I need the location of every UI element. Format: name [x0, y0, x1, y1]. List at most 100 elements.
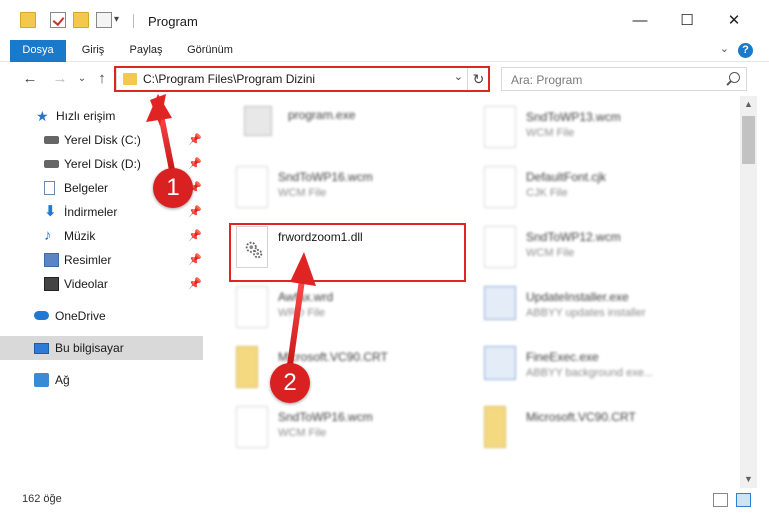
- installer-icon: [484, 286, 516, 320]
- sidebar-item-pictures[interactable]: Resimler 📌: [0, 248, 203, 272]
- file-name: Microsoft.VC90.CRT: [278, 350, 388, 364]
- ribbon-collapse-icon[interactable]: ⌄: [720, 42, 729, 55]
- pin-icon[interactable]: 📌: [188, 277, 202, 290]
- pin-icon[interactable]: 📌: [188, 253, 202, 266]
- folder-icon: [484, 406, 506, 448]
- onedrive-icon: [34, 311, 49, 320]
- file-icon: [236, 166, 268, 208]
- address-highlight-box: [114, 66, 490, 92]
- close-button[interactable]: ✕: [714, 8, 754, 34]
- tab-file[interactable]: Dosya: [10, 40, 66, 62]
- drive-icon: [44, 160, 59, 168]
- sidebar-item-label: OneDrive: [55, 309, 106, 323]
- sidebar-item-quick-access[interactable]: ★ Hızlı erişim: [0, 104, 203, 128]
- details-view-icon[interactable]: [713, 493, 728, 507]
- maximize-button[interactable]: ☐: [667, 8, 707, 34]
- sidebar-item-local-disk-c[interactable]: Yerel Disk (C:) 📌: [0, 128, 203, 152]
- file-type: CJK File: [526, 187, 568, 199]
- help-icon[interactable]: ?: [738, 43, 753, 58]
- music-icon: ♪: [44, 227, 52, 244]
- file-icon: [484, 226, 516, 268]
- title-bar: ▾ Program — ☐ ✕: [0, 0, 769, 40]
- file-type: ABBYY background exe...: [526, 367, 653, 379]
- sidebar-item-music[interactable]: ♪ Müzik 📌: [0, 224, 203, 248]
- file-item[interactable]: program.exe: [238, 102, 478, 160]
- computer-icon: [34, 343, 49, 354]
- folder-icon: [236, 346, 258, 388]
- sidebar-item-label: Yerel Disk (C:): [64, 133, 141, 147]
- file-type: WCM File: [278, 187, 327, 199]
- sidebar-item-videos[interactable]: Videolar 📌: [0, 272, 203, 296]
- forward-button[interactable]: →: [50, 68, 70, 90]
- file-icon: [236, 406, 268, 448]
- pin-icon[interactable]: 📌: [188, 157, 202, 170]
- file-name: SndToWP12.wcm: [526, 230, 621, 244]
- item-count: 162 öğe: [22, 493, 62, 505]
- file-item[interactable]: DefaultFont.cjk CJK File: [478, 162, 718, 220]
- scroll-thumb[interactable]: [742, 116, 755, 164]
- file-name: SndToWP16.wcm: [278, 170, 373, 184]
- sidebar-item-label: Belgeler: [64, 181, 109, 195]
- search-input[interactable]: Ara: Program: [501, 67, 747, 91]
- file-item[interactable]: SndToWP16.wcm WCM File: [230, 402, 470, 460]
- network-icon: [34, 373, 49, 387]
- sidebar-item-label: Ağ: [55, 373, 70, 387]
- target-file-highlight-box: [229, 223, 466, 282]
- sidebar-item-label: Yerel Disk (D:): [64, 157, 141, 171]
- file-item[interactable]: Microsoft.VC90.CRT: [478, 402, 718, 460]
- file-item[interactable]: SndToWP16.wcm WCM File: [230, 162, 470, 220]
- pin-icon[interactable]: 📌: [188, 205, 202, 218]
- pin-icon[interactable]: 📌: [188, 229, 202, 242]
- file-item[interactable]: Microsoft.VC90.CRT: [230, 342, 470, 400]
- recent-locations-button[interactable]: ⌄: [72, 68, 92, 90]
- file-name: UpdateInstaller.exe: [526, 290, 629, 304]
- tab-share[interactable]: Paylaş: [120, 40, 172, 62]
- properties-icon[interactable]: [50, 12, 66, 28]
- file-item[interactable]: Awfax.wrd WRD File: [230, 282, 470, 340]
- up-button[interactable]: ↑: [92, 68, 112, 90]
- file-name: FineExec.exe: [526, 350, 599, 364]
- file-name: DefaultFont.cjk: [526, 170, 607, 184]
- file-type: WRD File: [278, 307, 326, 319]
- pin-icon[interactable]: 📌: [188, 133, 202, 146]
- documents-icon: [44, 181, 55, 195]
- step-2-badge: 2: [270, 363, 310, 403]
- file-name: Awfax.wrd: [278, 290, 334, 304]
- sidebar-item-onedrive[interactable]: OneDrive: [0, 304, 203, 328]
- window-title: Program: [148, 14, 198, 29]
- sidebar-item-this-pc[interactable]: Bu bilgisayar: [0, 336, 203, 360]
- file-icon: [484, 106, 516, 148]
- file-item[interactable]: UpdateInstaller.exe ABBYY updates instal…: [478, 282, 718, 340]
- new-folder-icon[interactable]: [73, 12, 89, 28]
- scroll-up-icon[interactable]: ▲: [740, 96, 757, 113]
- downloads-icon: ⬇: [44, 203, 57, 220]
- folder-icon[interactable]: [20, 12, 36, 28]
- sidebar-item-label: İndirmeler: [64, 205, 118, 219]
- tab-view[interactable]: Görünüm: [178, 40, 242, 62]
- minimize-button[interactable]: —: [620, 8, 660, 34]
- quick-access-dropdown-icon[interactable]: ▾: [114, 12, 130, 28]
- executable-icon: [244, 106, 272, 136]
- sidebar-item-network[interactable]: Ağ: [0, 368, 203, 392]
- view-options-icon[interactable]: [96, 12, 112, 28]
- sidebar-item-label: Videolar: [64, 277, 108, 291]
- file-list: program.exe SndToWP13.wcm WCM File SndTo…: [204, 96, 740, 488]
- file-icon: [236, 286, 268, 328]
- tab-home[interactable]: Giriş: [70, 40, 116, 62]
- file-item[interactable]: SndToWP13.wcm WCM File: [478, 102, 718, 160]
- search-icon[interactable]: [729, 72, 740, 83]
- vertical-scrollbar[interactable]: ▲ ▼: [740, 96, 757, 488]
- file-item[interactable]: FineExec.exe ABBYY background exe...: [478, 342, 718, 400]
- step-1-badge: 1: [153, 168, 193, 208]
- file-name: SndToWP13.wcm: [526, 110, 621, 124]
- back-button[interactable]: ←: [20, 68, 40, 90]
- star-icon: ★: [36, 108, 49, 124]
- pictures-icon: [44, 253, 59, 267]
- scroll-down-icon[interactable]: ▼: [740, 471, 757, 488]
- navigation-pane: ★ Hızlı erişim Yerel Disk (C:) 📌 Yerel D…: [0, 96, 204, 488]
- ribbon-tabs: Dosya Giriş Paylaş Görünüm ⌄ ?: [0, 40, 769, 62]
- file-item[interactable]: SndToWP12.wcm WCM File: [478, 222, 718, 280]
- large-icons-view-icon[interactable]: [736, 493, 751, 507]
- executable-icon: [484, 346, 516, 380]
- file-name: Microsoft.VC90.CRT: [526, 410, 636, 424]
